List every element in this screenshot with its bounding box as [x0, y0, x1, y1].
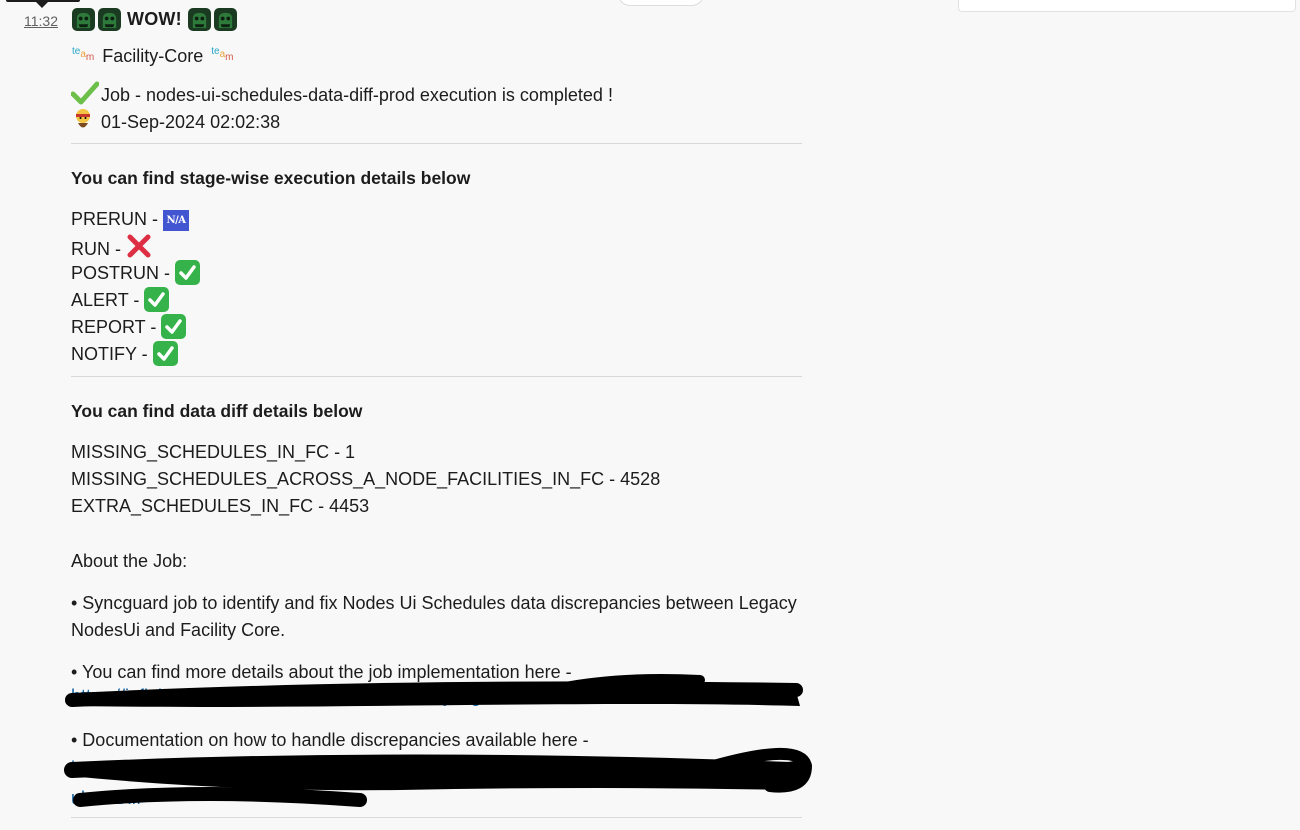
redaction-scribble	[64, 674, 813, 807]
